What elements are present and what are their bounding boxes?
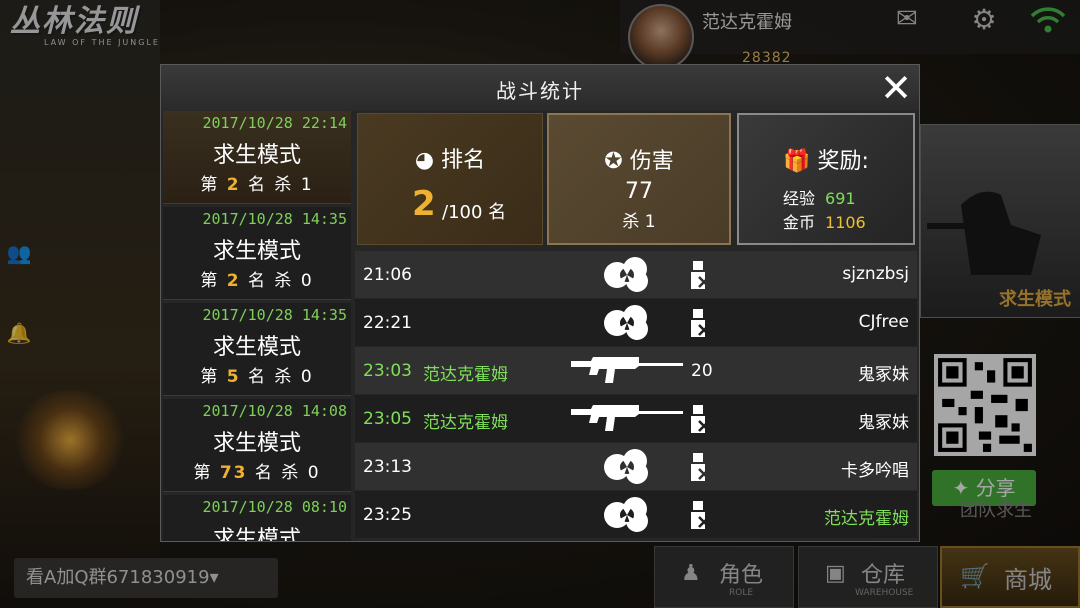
match-rank: 第 2 名 杀 1: [200, 175, 314, 195]
reward-heading: 🎁 奖励:: [783, 149, 869, 174]
feed-victim: 范达克霍姆: [824, 509, 909, 529]
reward-exp-row: 经验 691: [783, 189, 856, 208]
rank-value: 2: [412, 184, 436, 224]
match-item[interactable]: 2017/10/28 22:14 求生模式 第 2 名 杀 1: [163, 111, 351, 204]
match-date: 2017/10/28 08:10: [202, 498, 348, 516]
feed-time: 22:21: [363, 313, 412, 333]
modal-header: 战斗统计 ✕: [161, 65, 919, 111]
match-date: 2017/10/28 14:08: [202, 402, 348, 420]
poison-gas-icon: [601, 303, 653, 347]
poison-gas-icon: [601, 255, 653, 299]
feed-victim: 卡多吟唱: [841, 461, 909, 481]
rank-panel: ◕ 排名 2 /100 名: [357, 113, 543, 245]
match-item[interactable]: 2017/10/28 14:35 求生模式 第 5 名 杀 0: [163, 303, 351, 396]
match-mode: 求生模式: [212, 527, 301, 541]
knocked-down-icon: [689, 501, 713, 535]
match-rank: 第 2 名 杀 0: [200, 271, 314, 291]
knocked-down-icon: [689, 261, 713, 295]
match-rank: 第 5 名 杀 0: [200, 367, 314, 387]
match-mode: 求生模式: [212, 143, 301, 168]
kill-feed: 21:06 sjznzbsj 22:21 CJfree 23:03 范达克霍姆 …: [355, 251, 917, 539]
match-item[interactable]: 2017/10/28 14:35 求生模式 第 2 名 杀 0: [163, 207, 351, 300]
match-history-list[interactable]: 2017/10/28 22:14 求生模式 第 2 名 杀 1 2017/10/…: [161, 111, 353, 541]
knocked-down-icon: [689, 309, 713, 343]
feed-time: 23:05: [363, 409, 412, 429]
feed-row: 23:13 卡多吟唱: [355, 443, 917, 490]
feed-victim: 鬼冢妹: [858, 413, 909, 433]
match-mode: 求生模式: [212, 335, 301, 360]
feed-distance: 20: [691, 361, 713, 381]
close-icon[interactable]: ✕: [877, 69, 915, 107]
damage-heading: ✪ 伤害: [604, 149, 674, 174]
feed-row: 23:03 范达克霍姆 20 鬼冢妹: [355, 347, 917, 394]
feed-time: 23:13: [363, 457, 412, 477]
feed-killer: 范达克霍姆: [423, 413, 508, 433]
poison-gas-icon: [601, 447, 653, 491]
reward-panel: 🎁 奖励: 经验 691 金币 1106: [737, 113, 915, 245]
rank-total: /100 名: [442, 202, 507, 223]
match-item[interactable]: 2017/10/28 08:10 求生模式: [163, 495, 351, 541]
damage-kills: 杀 1: [622, 212, 656, 232]
feed-killer: 范达克霍姆: [423, 365, 508, 385]
feed-victim: sjznzbsj: [842, 264, 909, 284]
modal-title: 战斗统计: [496, 79, 584, 103]
rank-icon: ◕: [414, 148, 435, 173]
damage-value: 77: [625, 179, 653, 204]
battle-stats-modal: 战斗统计 ✕ 2017/10/28 22:14 求生模式 第 2 名 杀 1 2…: [160, 64, 920, 542]
match-date: 2017/10/28 14:35: [202, 210, 348, 228]
feed-victim: 鬼冢妹: [858, 365, 909, 385]
feed-time: 23:03: [363, 361, 412, 381]
knocked-down-icon: [689, 453, 713, 487]
rank-heading: ◕ 排名: [414, 148, 486, 173]
rifle-icon: [569, 401, 685, 439]
feed-time: 23:25: [363, 505, 412, 525]
match-rank: 第 73 名 杀 0: [193, 463, 321, 483]
feed-victim: CJfree: [858, 312, 909, 332]
gift-icon: 🎁: [783, 149, 811, 174]
reward-gold-row: 金币 1106: [783, 213, 866, 232]
feed-row: 21:06 sjznzbsj: [355, 251, 917, 298]
feed-row: 23:25 范达克霍姆: [355, 491, 917, 538]
feed-row: 23:05 范达克霍姆 鬼冢妹: [355, 395, 917, 442]
medal-icon: ✪: [604, 149, 623, 174]
poison-gas-icon: [601, 495, 653, 539]
match-mode: 求生模式: [212, 239, 301, 264]
match-mode: 求生模式: [212, 431, 301, 456]
match-date: 2017/10/28 22:14: [202, 114, 348, 132]
feed-row: 22:21 CJfree: [355, 299, 917, 346]
match-item[interactable]: 2017/10/28 14:08 求生模式 第 73 名 杀 0: [163, 399, 351, 492]
match-date: 2017/10/28 14:35: [202, 306, 348, 324]
rifle-icon: [569, 353, 685, 391]
feed-time: 21:06: [363, 265, 412, 285]
damage-panel: ✪ 伤害 77 杀 1: [547, 113, 731, 245]
knocked-down-icon: [689, 405, 713, 439]
